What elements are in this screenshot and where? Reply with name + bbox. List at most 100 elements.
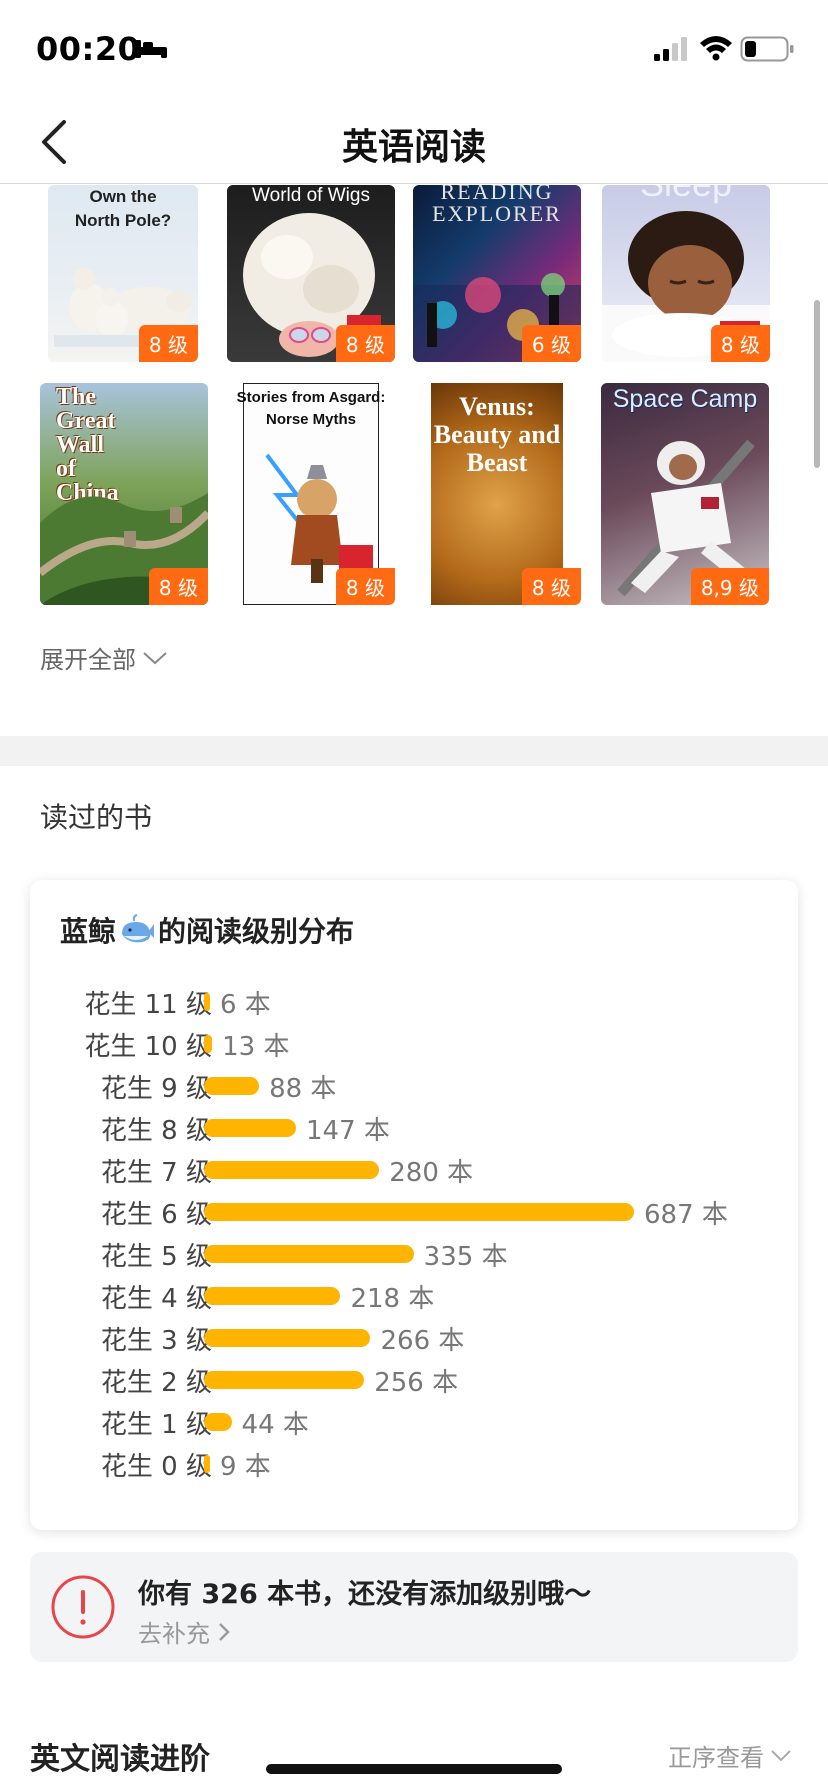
chevron-down-icon <box>771 1749 791 1761</box>
level-count: 218 本 <box>350 1284 435 1314</box>
level-badge: 6 级 <box>521 325 581 362</box>
book-title: Own the North Pole? <box>74 187 172 230</box>
cellular-signal-icon <box>654 37 687 61</box>
level-badge: 8 级 <box>335 568 395 605</box>
status-time: 00:20 <box>36 30 141 68</box>
page-title: 英语阅读 <box>341 127 486 168</box>
level-badge: 8 级 <box>148 568 208 605</box>
fill-in-label: 去补充 <box>138 1620 210 1648</box>
level-badge: 8,9 级 <box>690 568 769 605</box>
level-label: 花生 4 级 <box>100 1284 212 1314</box>
section-divider <box>0 736 828 766</box>
distribution-row: 花生 11 级 6 本 <box>30 980 798 1022</box>
level-bar <box>204 1413 232 1431</box>
thor-image <box>265 453 373 583</box>
book-cover-reading-explorer[interactable]: READING EXPLORER 6 级 <box>413 185 581 362</box>
distribution-row: 花生 4 级 218 本 <box>30 1274 798 1316</box>
level-bar <box>204 1371 365 1389</box>
level-count: 687 本 <box>644 1200 728 1230</box>
distribution-row: 花生 10 级 13 本 <box>30 1022 798 1064</box>
battery-icon <box>740 36 794 62</box>
level-bar <box>204 1077 260 1095</box>
distribution-row: 花生 6 级 687 本 <box>30 1190 798 1232</box>
book-cover-space-camp[interactable]: Space Camp 8,9 级 <box>601 383 769 605</box>
level-label: 花生 6 级 <box>100 1200 212 1230</box>
book-grid: Own the North Pole? 8 级 World of Wigs 8 … <box>0 185 828 615</box>
level-bar <box>204 1329 371 1347</box>
book-cover-venus[interactable]: Venus: Beauty and Beast 8 级 <box>413 383 581 605</box>
distribution-title-suffix: 的阅读级别分布 <box>158 915 355 948</box>
book-cover-norse-myths[interactable]: Stories from Asgard: Norse Myths 8 级 <box>227 383 395 605</box>
book-cover-great-wall[interactable]: The Great Wall of China 8 级 <box>40 383 208 605</box>
level-label: 花生 7 级 <box>100 1158 212 1188</box>
chevron-down-icon <box>143 651 167 664</box>
book-cover-sleep[interactable]: Sleep 8 级 <box>602 185 770 362</box>
level-label: 花生 11 级 <box>84 990 212 1020</box>
level-count: 335 本 <box>423 1242 508 1272</box>
book-cover-world-of-wigs[interactable]: World of Wigs 8 级 <box>227 185 395 362</box>
book-title: Stories from Asgard: Norse Myths <box>236 389 386 428</box>
fill-in-link[interactable]: 去补充 <box>138 1614 230 1649</box>
distribution-row: 花生 2 级 256 本 <box>30 1358 798 1400</box>
distribution-row: 花生 9 级 88 本 <box>30 1064 798 1106</box>
missing-level-notice[interactable]: 你有 326 本书，还没有添加级别哦～ 去补充 <box>30 1552 798 1662</box>
level-count: 280 本 <box>389 1158 474 1188</box>
book-title: Space Camp <box>612 385 758 413</box>
distribution-row: 花生 3 级 266 本 <box>30 1316 798 1358</box>
level-label: 花生 10 级 <box>84 1032 212 1062</box>
level-count: 88 本 <box>269 1074 337 1104</box>
level-bar <box>204 1119 296 1137</box>
distribution-title: 蓝鲸 的阅读级别分布 <box>60 910 354 950</box>
level-bar <box>204 1455 210 1473</box>
level-bar <box>204 1203 634 1221</box>
book-title: World of Wigs <box>252 185 370 206</box>
distribution-title-prefix: 蓝鲸 <box>60 915 117 948</box>
book-title: Venus: Beauty and Beast <box>433 392 561 477</box>
level-badge: 8 级 <box>710 325 770 362</box>
level-label: 花生 0 级 <box>100 1452 212 1482</box>
level-count: 256 本 <box>374 1368 459 1398</box>
order-toggle-label: 正序查看 <box>668 1744 764 1772</box>
reading-level-distribution-card: 蓝鲸 的阅读级别分布 花生 11 级 6 本花生 10 级 13 本花生 9 级 88… <box>30 880 798 1530</box>
wifi-icon <box>700 36 732 61</box>
chevron-right-icon <box>219 1622 230 1641</box>
advance-section-title: 英文阅读进阶 <box>30 1742 210 1777</box>
book-title: READING EXPLORER <box>432 185 562 226</box>
alert-circle-icon <box>51 1575 115 1639</box>
level-label: 花生 2 级 <box>100 1368 212 1398</box>
whale-icon <box>122 914 155 943</box>
level-label: 花生 1 级 <box>100 1410 212 1440</box>
level-label: 花生 8 级 <box>100 1116 212 1146</box>
status-bar: 00:20 <box>0 0 828 100</box>
level-count: 6 本 <box>220 990 271 1020</box>
level-label: 花生 3 级 <box>100 1326 212 1356</box>
book-title: Sleep <box>602 185 770 205</box>
level-badge: 8 级 <box>335 325 395 362</box>
level-label: 花生 5 级 <box>100 1242 212 1272</box>
order-toggle[interactable]: 正序查看 <box>668 1738 792 1773</box>
book-cover-north-pole[interactable]: Own the North Pole? 8 级 <box>48 185 198 362</box>
distribution-row: 花生 1 级 44 本 <box>30 1400 798 1442</box>
home-indicator[interactable] <box>266 1764 562 1774</box>
level-bar <box>204 1161 380 1179</box>
distribution-row: 花生 8 级 147 本 <box>30 1106 798 1148</box>
expand-all-button[interactable]: 展开全部 <box>40 640 168 675</box>
level-count: 44 本 <box>241 1410 309 1440</box>
level-badge: 8 级 <box>521 568 581 605</box>
scrollbar[interactable] <box>814 300 820 468</box>
notice-text: 你有 326 本书，还没有添加级别哦～ <box>138 1579 592 1610</box>
level-bar <box>204 993 210 1011</box>
distribution-row: 花生 0 级 9 本 <box>30 1442 798 1484</box>
expand-all-label: 展开全部 <box>40 646 136 674</box>
level-bar <box>204 1035 213 1053</box>
read-books-section-title: 读过的书 <box>40 801 153 834</box>
level-count: 266 本 <box>380 1326 465 1356</box>
level-count: 9 本 <box>220 1452 271 1482</box>
distribution-row: 花生 7 级 280 本 <box>30 1148 798 1190</box>
level-bar <box>204 1245 414 1263</box>
distribution-row: 花生 5 级 335 本 <box>30 1232 798 1274</box>
level-bar <box>204 1287 341 1305</box>
level-count: 13 本 <box>222 1032 290 1062</box>
level-label: 花生 9 级 <box>100 1074 212 1104</box>
bed-icon <box>135 40 167 58</box>
